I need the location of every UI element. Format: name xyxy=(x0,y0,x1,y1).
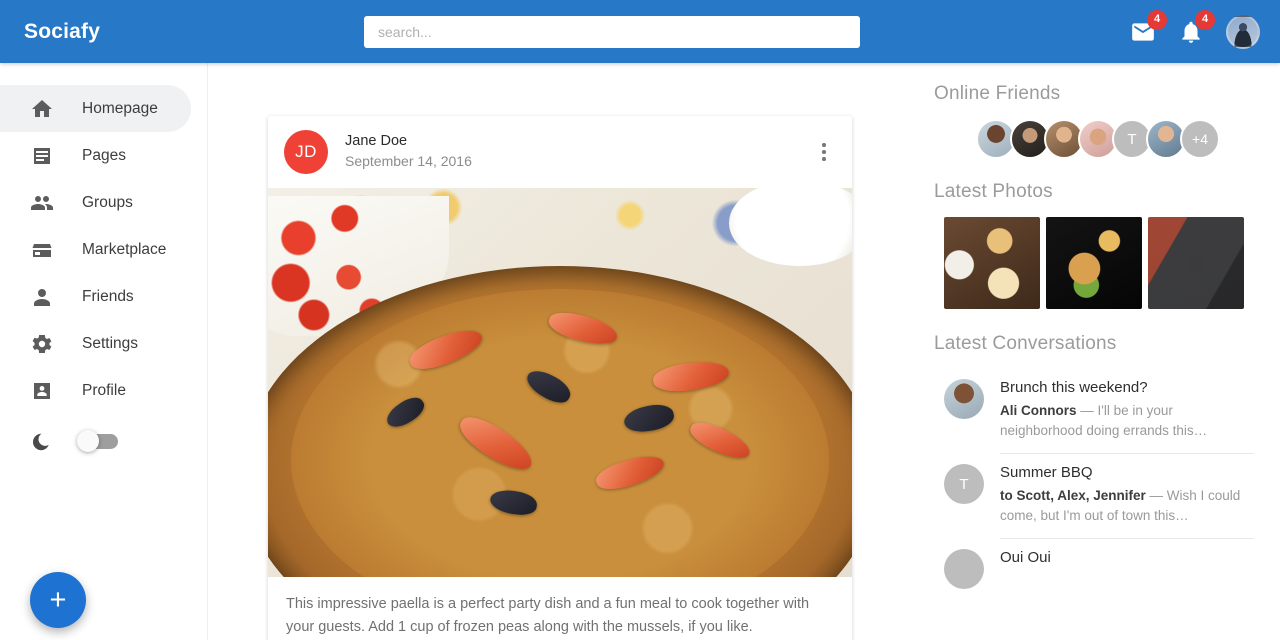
pages-icon xyxy=(30,144,54,168)
latest-conversations-list: Brunch this weekend? Ali Connors — I'll … xyxy=(934,369,1254,589)
conversation-sender: Ali Connors xyxy=(1000,402,1077,418)
sidebar-item-friends[interactable]: Friends xyxy=(0,273,191,320)
conversation-title: Brunch this weekend? xyxy=(1000,379,1148,396)
search-input[interactable] xyxy=(364,15,860,48)
post-header: JD Jane Doe September 14, 2016 xyxy=(268,116,852,188)
notification-badge: 4 xyxy=(1195,9,1215,30)
latest-photo-thumbnail[interactable] xyxy=(944,217,1040,309)
app-header: Sociafy 4 4 xyxy=(0,0,1280,63)
profile-icon xyxy=(30,379,54,403)
toggle-knob xyxy=(77,430,99,452)
sidebar-item-marketplace[interactable]: Marketplace xyxy=(0,226,191,273)
latest-photo-thumbnail[interactable] xyxy=(1148,217,1244,309)
home-icon xyxy=(30,97,54,121)
brand-logo[interactable]: Sociafy xyxy=(24,20,324,44)
post-author-name: Jane Doe xyxy=(345,133,408,150)
dot xyxy=(822,150,826,154)
sidebar-label-homepage: Homepage xyxy=(82,99,158,117)
post-card: JD Jane Doe September 14, 2016 This impr… xyxy=(268,116,852,640)
latest-photos-title: Latest Photos xyxy=(934,181,1053,202)
conversation-title: Oui Oui xyxy=(1000,549,1051,566)
post-author-avatar[interactable]: JD xyxy=(284,130,328,174)
online-friends-overflow[interactable]: +4 xyxy=(1180,119,1220,159)
online-friends-title: Online Friends xyxy=(934,83,1061,104)
marketplace-icon xyxy=(30,238,54,262)
groups-icon xyxy=(30,191,54,215)
settings-icon xyxy=(30,332,54,356)
header-actions: 4 4 xyxy=(1130,9,1260,49)
latest-conversations-title: Latest Conversations xyxy=(934,333,1117,354)
right-sidebar: Online Friends T +4 Latest Photos Latest… xyxy=(924,63,1280,640)
sidebar-item-pages[interactable]: Pages xyxy=(0,132,191,179)
user-avatar[interactable] xyxy=(1226,14,1260,49)
conversation-title: Summer BBQ xyxy=(1000,464,1093,481)
moon-icon xyxy=(30,431,52,453)
conversation-body: Brunch this weekend? Ali Connors — I'll … xyxy=(1000,377,1254,453)
conversation-snippet: Ali Connors — I'll be in your neighborho… xyxy=(1000,401,1254,442)
sidebar-label-friends: Friends xyxy=(82,287,134,305)
post-caption: This impressive paella is a perfect part… xyxy=(286,596,810,636)
post-image xyxy=(268,188,852,577)
dark-mode-row xyxy=(0,418,207,465)
sidebar-label-settings: Settings xyxy=(82,334,139,352)
online-friends-list: T +4 xyxy=(934,119,1254,159)
conversation-sender: to Scott, Alex, Jennifer xyxy=(1000,487,1146,503)
create-post-fab[interactable]: + xyxy=(30,572,86,628)
dark-mode-toggle[interactable] xyxy=(77,430,118,452)
search-container xyxy=(364,15,860,48)
conversation-avatar xyxy=(944,549,984,589)
conversation-body: Summer BBQ to Scott, Alex, Jennifer — Wi… xyxy=(1000,462,1254,538)
conversation-item[interactable]: Brunch this weekend? Ali Connors — I'll … xyxy=(944,369,1254,453)
sidebar-label-marketplace: Marketplace xyxy=(82,240,167,258)
sidebar-label-groups: Groups xyxy=(82,193,133,211)
friends-icon xyxy=(30,285,54,309)
sidebar-item-homepage[interactable]: Homepage xyxy=(0,85,191,132)
messages-button[interactable]: 4 xyxy=(1130,9,1167,45)
conversation-item[interactable]: Oui Oui xyxy=(944,539,1254,589)
more-vertical-icon[interactable] xyxy=(812,140,836,164)
dot xyxy=(822,157,826,161)
conversation-snippet: to Scott, Alex, Jennifer — Wish I could … xyxy=(1000,486,1254,527)
latest-photo-thumbnail[interactable] xyxy=(1046,217,1142,309)
main-feed: JD Jane Doe September 14, 2016 This impr… xyxy=(208,63,924,640)
latest-photos-list xyxy=(934,217,1254,309)
post-meta: Jane Doe September 14, 2016 xyxy=(345,132,812,171)
conversation-body: Oui Oui xyxy=(1000,547,1254,589)
left-sidebar: Homepage Pages Groups Marketplace Friend… xyxy=(0,63,208,640)
conversation-item[interactable]: T Summer BBQ to Scott, Alex, Jennifer — … xyxy=(944,454,1254,538)
mail-badge: 4 xyxy=(1147,9,1167,30)
notifications-button[interactable]: 4 xyxy=(1178,9,1215,45)
sidebar-label-profile: Profile xyxy=(82,381,126,399)
sidebar-item-settings[interactable]: Settings xyxy=(0,320,191,367)
dot xyxy=(822,143,826,147)
conversation-avatar: T xyxy=(944,464,984,504)
sidebar-item-profile[interactable]: Profile xyxy=(0,367,191,414)
post-date: September 14, 2016 xyxy=(345,152,472,169)
conversation-avatar xyxy=(944,379,984,419)
sidebar-label-pages: Pages xyxy=(82,146,126,164)
sidebar-item-groups[interactable]: Groups xyxy=(0,179,191,226)
